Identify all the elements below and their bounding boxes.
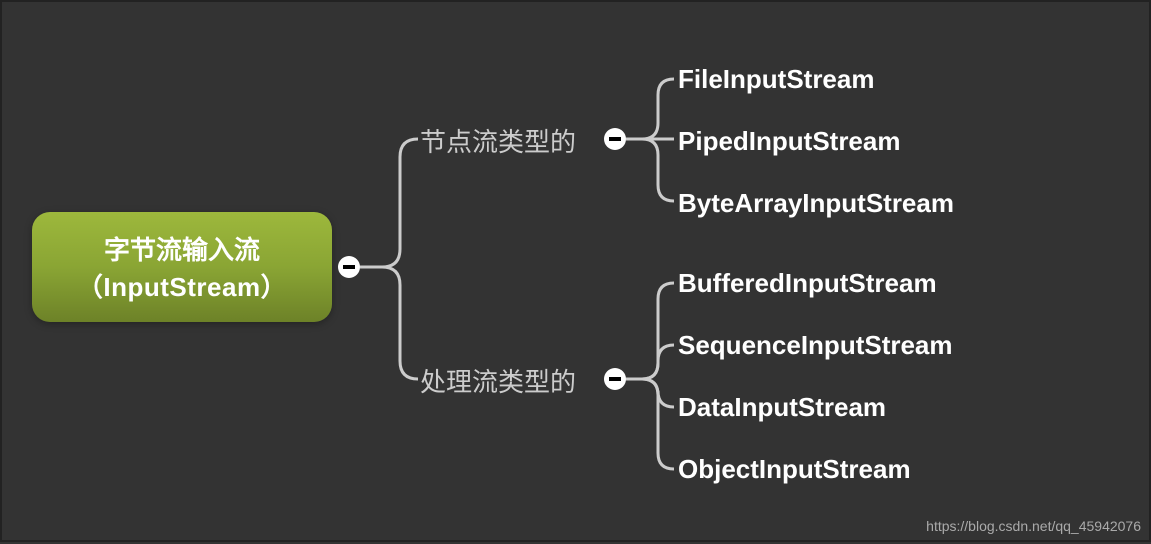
collapse-icon[interactable] bbox=[604, 128, 626, 150]
root-title-line2: （InputStream） bbox=[77, 267, 287, 304]
leaf-node[interactable]: ObjectInputStream bbox=[678, 454, 911, 485]
leaf-node[interactable]: DataInputStream bbox=[678, 392, 886, 423]
root-title-line1: 字节流输入流 bbox=[104, 230, 260, 267]
branch-process-stream[interactable]: 处理流类型的 bbox=[420, 362, 576, 399]
leaf-label: DataInputStream bbox=[678, 392, 886, 422]
watermark-text: https://blog.csdn.net/qq_45942076 bbox=[926, 518, 1141, 534]
collapse-icon[interactable] bbox=[338, 256, 360, 278]
leaf-node[interactable]: ByteArrayInputStream bbox=[678, 188, 954, 219]
leaf-label: SequenceInputStream bbox=[678, 330, 953, 360]
leaf-node[interactable]: BufferedInputStream bbox=[678, 268, 937, 299]
leaf-label: FileInputStream bbox=[678, 64, 874, 94]
root-node[interactable]: 字节流输入流 （InputStream） bbox=[32, 212, 332, 322]
branch-node-stream[interactable]: 节点流类型的 bbox=[420, 122, 576, 159]
leaf-label: PipedInputStream bbox=[678, 126, 900, 156]
leaf-node[interactable]: FileInputStream bbox=[678, 64, 874, 95]
branch-1-label: 节点流类型的 bbox=[420, 127, 576, 157]
leaf-node[interactable]: SequenceInputStream bbox=[678, 330, 953, 361]
leaf-label: ByteArrayInputStream bbox=[678, 188, 954, 218]
collapse-icon[interactable] bbox=[604, 368, 626, 390]
leaf-label: BufferedInputStream bbox=[678, 268, 937, 298]
leaf-label: ObjectInputStream bbox=[678, 454, 911, 484]
branch-2-label: 处理流类型的 bbox=[420, 367, 576, 397]
leaf-node[interactable]: PipedInputStream bbox=[678, 126, 900, 157]
